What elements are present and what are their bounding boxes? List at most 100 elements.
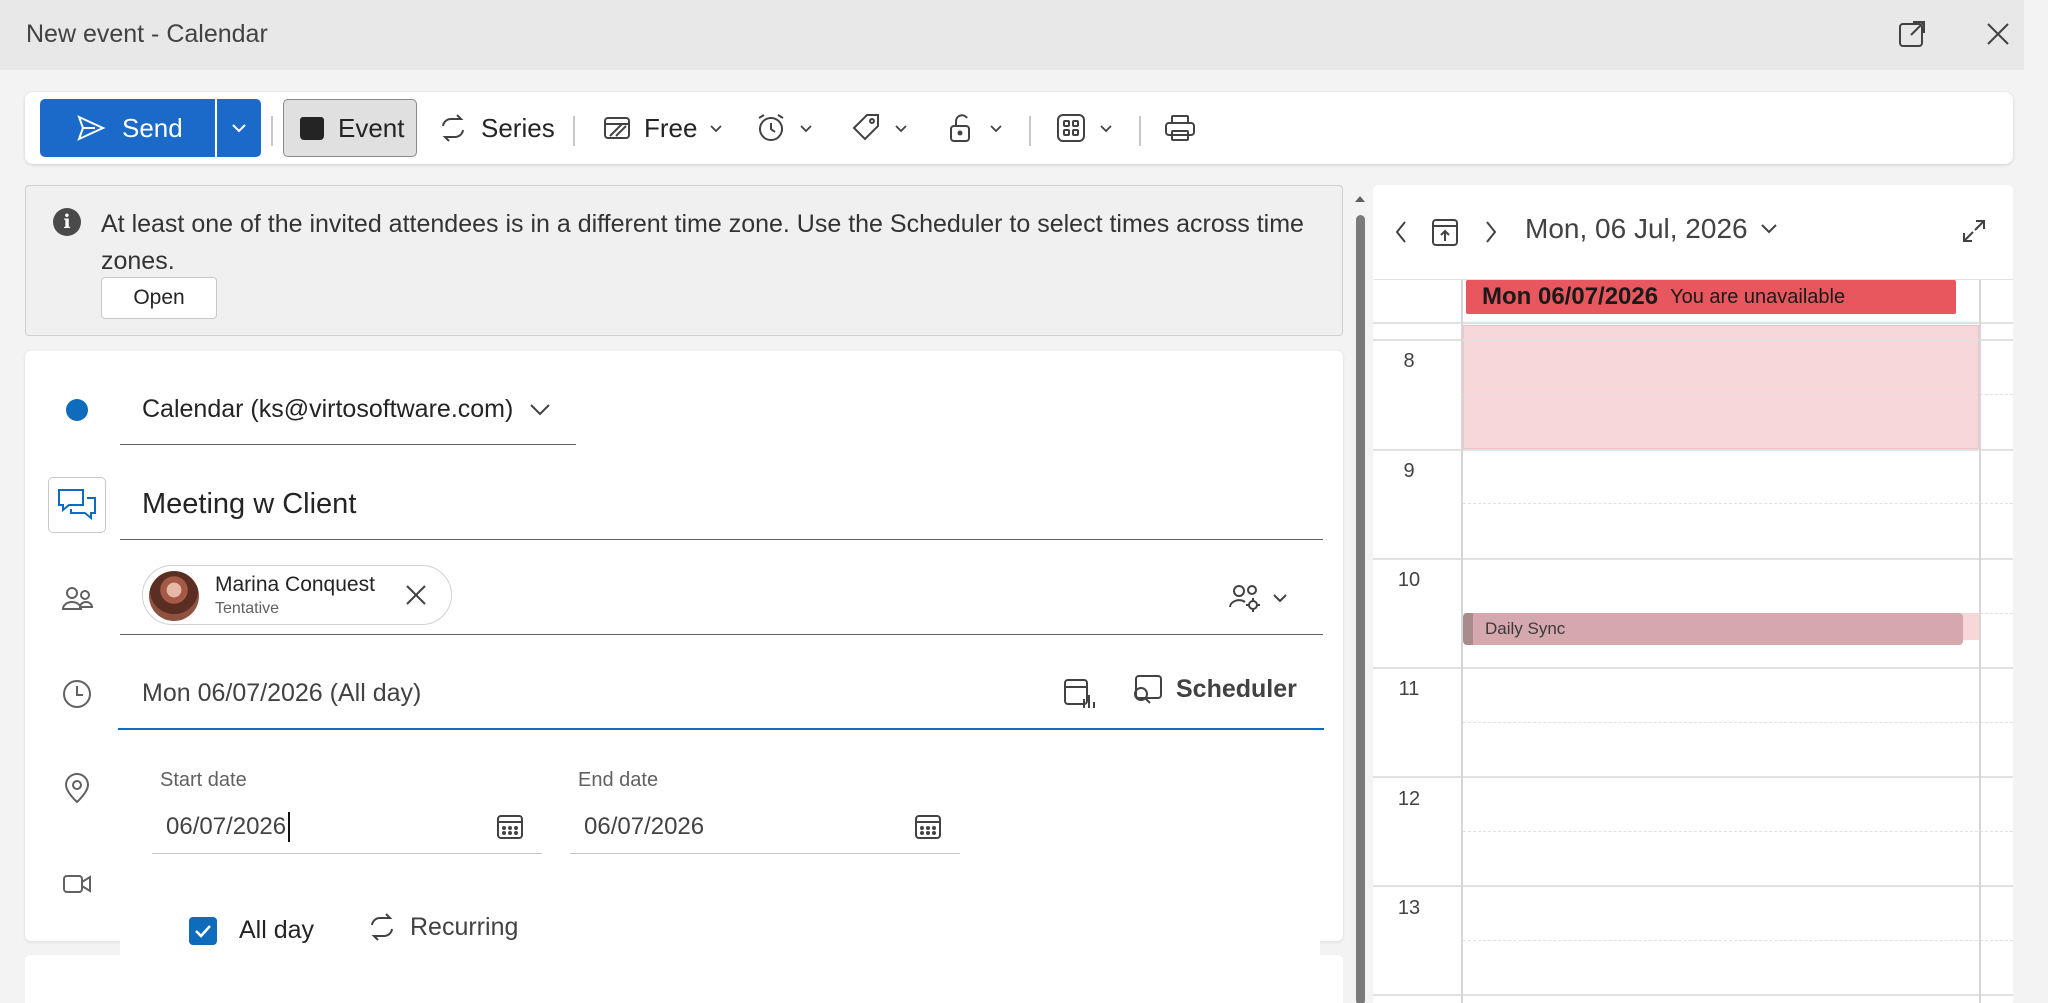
- date-summary: Mon 06/07/2026 (All day): [142, 679, 422, 707]
- event-title: Daily Sync: [1485, 619, 1566, 638]
- event-title-input[interactable]: Meeting w Client: [120, 470, 1323, 540]
- half-hour-gridline: [1463, 722, 2013, 723]
- info-icon: i: [53, 208, 81, 236]
- timezone-info-banner: i At least one of the invited attendees …: [25, 185, 1343, 336]
- attendees-icon: [57, 579, 97, 619]
- print-button[interactable]: [1163, 99, 1197, 157]
- send-button[interactable]: Send: [40, 99, 215, 157]
- repeat-icon: [371, 913, 393, 941]
- hour-label: 11: [1398, 678, 1420, 700]
- attendees-field[interactable]: Marina Conquest Tentative: [120, 560, 1323, 635]
- show-as-dropdown[interactable]: Free: [602, 99, 723, 157]
- end-date-input[interactable]: 06/07/2026: [570, 800, 960, 854]
- series-label: Series: [481, 112, 555, 143]
- event-label: Event: [338, 112, 405, 143]
- chevron-down-icon: [232, 124, 246, 133]
- unavailable-banner[interactable]: Mon 06/07/2026 You are unavailable: [1466, 280, 1956, 314]
- toolbar-divider: [271, 116, 273, 146]
- checkmark-icon: [195, 925, 211, 938]
- reminder-dropdown[interactable]: [755, 99, 813, 157]
- all-day-label: All day: [239, 916, 315, 944]
- recurring-button[interactable]: Recurring: [366, 912, 518, 942]
- calendar-event[interactable]: Daily Sync: [1463, 613, 1963, 645]
- hour-gridline: [1373, 322, 2013, 324]
- apps-dropdown[interactable]: [1055, 99, 1113, 157]
- day-column-border: [1979, 280, 1981, 1003]
- calendar-color-dot: [66, 399, 88, 421]
- event-overflow: [1961, 613, 1979, 640]
- event-button[interactable]: Event: [283, 99, 417, 157]
- pop-out-button[interactable]: [1890, 14, 1934, 54]
- scroll-thumb[interactable]: [1356, 215, 1365, 1003]
- next-day-icon[interactable]: [1483, 219, 1499, 245]
- chevron-down-icon: [800, 124, 812, 132]
- hour-label: 13: [1397, 897, 1421, 919]
- form-scrollbar[interactable]: [1352, 185, 1368, 1003]
- clock-icon: [57, 674, 97, 714]
- hour-gridline: [1373, 449, 2013, 451]
- chevron-down-icon: [1273, 594, 1287, 603]
- hour-gridline: [1373, 994, 2013, 996]
- calendar-selector[interactable]: Calendar (ks@virtosoftware.com): [120, 375, 576, 445]
- hour-label: 8: [1403, 350, 1415, 372]
- pop-out-icon: [1899, 21, 1925, 47]
- half-hour-gridline: [1463, 394, 2013, 395]
- ribbon-toolbar: Send Event Series Free: [25, 92, 2013, 164]
- chevron-down-icon: [710, 124, 723, 132]
- attendee-chip[interactable]: Marina Conquest Tentative: [142, 565, 452, 625]
- scheduler-icon: [1134, 675, 1162, 704]
- sensitivity-dropdown[interactable]: [945, 99, 1003, 157]
- calendar-pane-header: Mon, 06 Jul, 2026: [1373, 185, 2013, 280]
- location-icon: [57, 768, 97, 808]
- hour-label: 10: [1397, 569, 1421, 591]
- unavailable-time-block: [1463, 325, 1979, 449]
- scheduler-button[interactable]: Scheduler: [1130, 673, 1297, 705]
- open-scheduler-button[interactable]: Open: [101, 277, 217, 319]
- close-window-button[interactable]: [1976, 14, 2020, 54]
- series-button[interactable]: Series: [437, 99, 555, 157]
- calendar-icon[interactable]: [914, 814, 942, 840]
- categorize-dropdown[interactable]: [850, 99, 908, 157]
- calendar-date-label: Mon, 06 Jul, 2026: [1525, 213, 1748, 244]
- printer-icon: [1165, 115, 1195, 141]
- tag-icon: [852, 114, 879, 141]
- hour-gridline: [1373, 667, 2013, 669]
- unavailable-text: You are unavailable: [1670, 285, 1846, 308]
- calendar-event-icon: [300, 117, 324, 140]
- hour-gridline: [1373, 776, 2013, 778]
- repeat-icon: [442, 114, 464, 142]
- previous-day-icon[interactable]: [1393, 219, 1409, 245]
- all-day-checkbox[interactable]: [189, 917, 217, 945]
- toolbar-divider: [1029, 116, 1031, 146]
- calendar-date-picker[interactable]: Mon, 06 Jul, 2026: [1525, 213, 1778, 245]
- remove-attendee-icon[interactable]: [401, 580, 431, 610]
- busy-status-icon: [604, 117, 630, 139]
- date-time-field[interactable]: Mon 06/07/2026 (All day) Scheduler: [118, 655, 1324, 730]
- expand-icon[interactable]: [1961, 218, 1987, 244]
- start-date-value: 06/07/2026: [166, 812, 287, 840]
- text-caret: [288, 811, 291, 842]
- chat-bubbles-icon: [58, 489, 96, 521]
- recurring-label: Recurring: [410, 912, 519, 941]
- alarm-clock-icon: [758, 114, 784, 141]
- go-to-today-icon[interactable]: [1430, 216, 1460, 248]
- start-date-input[interactable]: 06/07/2026: [152, 800, 542, 854]
- send-options-dropdown[interactable]: [217, 99, 261, 157]
- calendar-icon[interactable]: [496, 814, 524, 840]
- teams-meeting-toggle[interactable]: [48, 477, 106, 533]
- window-edge: [2024, 0, 2048, 1003]
- response-options-dropdown[interactable]: [1228, 582, 1288, 614]
- hour-label: 9: [1403, 460, 1415, 482]
- hour-gridline: [1373, 339, 2013, 341]
- show-as-label: Free: [644, 112, 698, 143]
- chevron-down-icon: [1760, 224, 1777, 234]
- scroll-up-arrow-icon[interactable]: [1352, 193, 1368, 205]
- day-calendar-pane: Mon, 06 Jul, 2026 Mon 06/07/2026 You are…: [1373, 185, 2013, 1003]
- attendee-status: Tentative: [215, 600, 280, 617]
- window-title: New event - Calendar: [26, 20, 268, 48]
- video-icon: [57, 864, 97, 904]
- avatar: [149, 571, 199, 621]
- room-finder-icon[interactable]: [1062, 677, 1096, 711]
- unavailable-date: Mon 06/07/2026: [1482, 283, 1659, 310]
- send-icon: [77, 115, 106, 141]
